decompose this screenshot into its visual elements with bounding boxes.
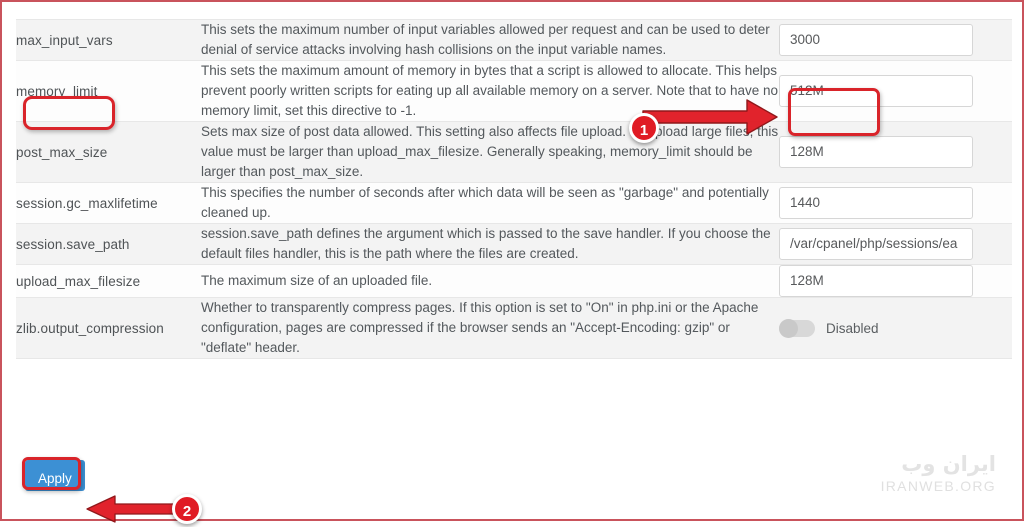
setting-description-cell: The maximum size of an uploaded file. bbox=[201, 264, 779, 298]
setting-value-cell: Disabled bbox=[779, 297, 1012, 359]
annotation-step-badge-1: 1 bbox=[629, 113, 659, 143]
zlib-output-compression-toggle[interactable] bbox=[779, 318, 815, 338]
php-ini-settings-panel: max_input_vars This sets the maximum num… bbox=[0, 0, 1024, 524]
upload-max-filesize-input[interactable]: 128M bbox=[779, 265, 973, 297]
watermark-farsi-text: ایران وب bbox=[901, 452, 996, 476]
setting-name-upload-max-filesize: upload_max_filesize bbox=[16, 273, 141, 289]
php-settings-table: max_input_vars This sets the maximum num… bbox=[16, 19, 1012, 359]
table-row: max_input_vars This sets the maximum num… bbox=[16, 19, 1012, 61]
setting-name-cell: zlib.output_compression bbox=[16, 297, 201, 359]
setting-name-cell: session.gc_maxlifetime bbox=[16, 182, 201, 224]
max-input-vars-input[interactable]: 3000 bbox=[779, 24, 973, 56]
watermark: ایران وب IRANWEB.ORG bbox=[881, 451, 996, 496]
setting-name-cell: post_max_size bbox=[16, 121, 201, 183]
post-max-size-input[interactable]: 128M bbox=[779, 136, 973, 168]
watermark-english-text: IRANWEB.ORG bbox=[880, 478, 996, 494]
annotation-arrow-right-icon bbox=[642, 99, 778, 135]
setting-description-cell: This sets the maximum number of input va… bbox=[201, 19, 779, 61]
toggle-knob-icon bbox=[779, 318, 798, 338]
setting-value-cell: 1440 bbox=[779, 182, 1012, 224]
table-row: session.save_path session.save_path defi… bbox=[16, 223, 1012, 265]
setting-name-max-input-vars: max_input_vars bbox=[16, 32, 113, 48]
setting-name-zlib-output-compression: zlib.output_compression bbox=[16, 320, 164, 336]
setting-description-cell: Whether to transparently compress pages.… bbox=[201, 297, 779, 359]
table-row: session.gc_maxlifetime This specifies th… bbox=[16, 182, 1012, 224]
annotation-highlight-apply-button bbox=[22, 457, 81, 490]
setting-name-cell: session.save_path bbox=[16, 223, 201, 265]
annotation-step-badge-2: 2 bbox=[172, 494, 202, 524]
annotation-highlight-memory-limit-input bbox=[788, 88, 880, 136]
annotation-highlight-memory-limit-label bbox=[23, 96, 115, 130]
table-row: upload_max_filesize The maximum size of … bbox=[16, 264, 1012, 298]
session-save-path-input[interactable]: /var/cpanel/php/sessions/ea bbox=[779, 228, 973, 260]
settings-table-body: max_input_vars This sets the maximum num… bbox=[16, 19, 1012, 359]
setting-name-cell: max_input_vars bbox=[16, 19, 201, 61]
setting-description-cell: This specifies the number of seconds aft… bbox=[201, 182, 779, 224]
setting-name-post-max-size: post_max_size bbox=[16, 144, 108, 160]
setting-name-session-gc-maxlifetime: session.gc_maxlifetime bbox=[16, 195, 158, 211]
session-gc-maxlifetime-input[interactable]: 1440 bbox=[779, 187, 973, 219]
setting-value-cell: /var/cpanel/php/sessions/ea bbox=[779, 223, 1012, 265]
zlib-output-compression-toggle-wrap: Disabled bbox=[779, 312, 1012, 344]
setting-description-cell: session.save_path defines the argument w… bbox=[201, 223, 779, 265]
table-row: zlib.output_compression Whether to trans… bbox=[16, 297, 1012, 359]
setting-value-cell: 3000 bbox=[779, 19, 1012, 61]
setting-value-cell: 128M bbox=[779, 264, 1012, 298]
setting-name-session-save-path: session.save_path bbox=[16, 236, 130, 252]
setting-name-cell: upload_max_filesize bbox=[16, 264, 201, 298]
toggle-state-label: Disabled bbox=[826, 320, 879, 336]
